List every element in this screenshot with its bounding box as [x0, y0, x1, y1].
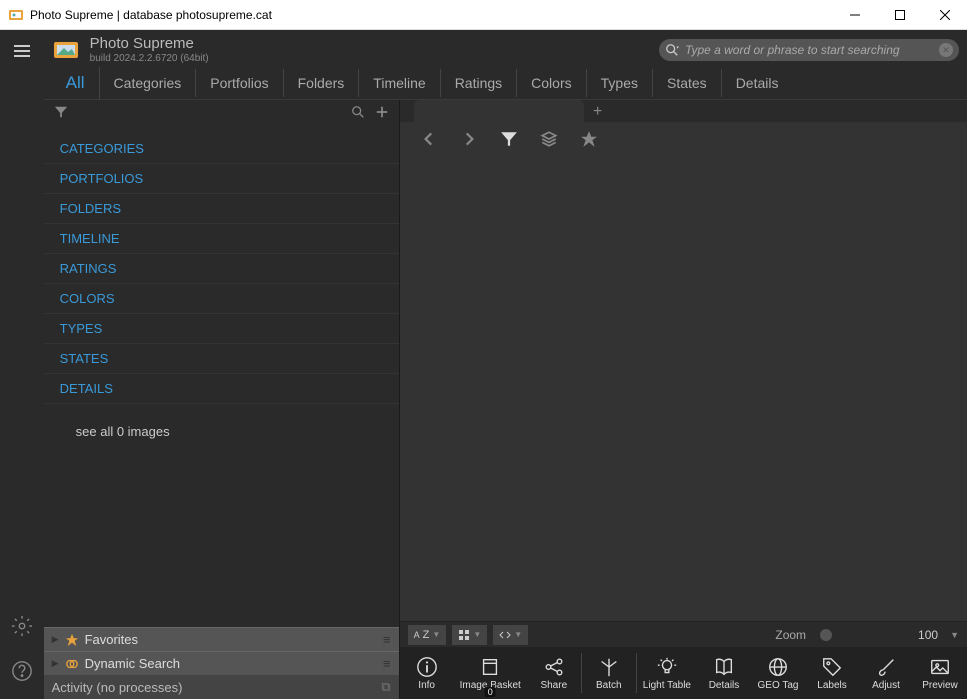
search-icon [665, 43, 679, 57]
sidebar-item-timeline[interactable]: TIMELINE [44, 224, 399, 254]
sidebar-item-states[interactable]: STATES [44, 344, 399, 374]
tab-folders[interactable]: Folders [284, 69, 360, 97]
chevron-right-icon: ▶ [52, 634, 59, 645]
globe-icon [767, 656, 789, 678]
info-button[interactable]: Info [400, 647, 454, 699]
menu-button[interactable] [11, 40, 33, 67]
zoom-value: 100 [918, 628, 938, 642]
tab-categories[interactable]: Categories [100, 69, 197, 97]
sidebar-item-folders[interactable]: FOLDERS [44, 194, 399, 224]
filter-icon[interactable] [54, 105, 68, 124]
brush-icon [875, 656, 897, 678]
app-build: build 2024.2.2.6720 (64bit) [90, 53, 209, 64]
share-button[interactable]: Share [527, 647, 581, 699]
settings-button[interactable] [11, 615, 33, 642]
nav-tabs: All Categories Portfolios Folders Timeli… [44, 66, 967, 100]
lightbulb-icon [656, 656, 678, 678]
menu-icon[interactable]: ≡ [383, 656, 391, 671]
zoom-dropdown-icon[interactable]: ▼ [950, 630, 959, 640]
window-title: Photo Supreme | database photosupreme.ca… [30, 8, 832, 22]
adjust-button[interactable]: Adjust [859, 647, 913, 699]
activity-bar: Activity (no processes) ⧉ [44, 675, 399, 699]
favorites-label: Favorites [85, 632, 138, 647]
sidebar-item-types[interactable]: TYPES [44, 314, 399, 344]
star-icon [65, 633, 79, 647]
tab-details[interactable]: Details [722, 69, 793, 97]
dynamic-search-header[interactable]: ▶ Dynamic Search ≡ [44, 651, 399, 675]
tab-portfolios[interactable]: Portfolios [196, 69, 283, 97]
preview-button[interactable]: Preview [913, 647, 967, 699]
nav-forward-icon[interactable] [460, 130, 478, 153]
sidebar: CATEGORIES PORTFOLIOS FOLDERS TIMELINE R… [44, 100, 400, 699]
activity-label: Activity (no processes) [52, 680, 183, 695]
share-icon [543, 656, 565, 678]
popout-icon[interactable]: ⧉ [381, 679, 390, 695]
sidebar-item-colors[interactable]: COLORS [44, 284, 399, 314]
image-viewer [400, 160, 967, 621]
tag-icon [821, 656, 843, 678]
sidebar-item-ratings[interactable]: RATINGS [44, 254, 399, 284]
sidebar-item-categories[interactable]: CATEGORIES [44, 134, 399, 164]
tab-types[interactable]: Types [587, 69, 653, 97]
details-button[interactable]: Details [697, 647, 751, 699]
sort-button[interactable]: AAZZ▼ [408, 625, 447, 645]
search-input[interactable] [685, 43, 933, 57]
image-basket-button[interactable]: 0 Image Basket [454, 647, 527, 699]
batch-button[interactable]: Batch [582, 647, 636, 699]
image-icon [929, 656, 951, 678]
search-clear-button[interactable]: ✕ [939, 43, 953, 57]
see-all-link[interactable]: see all 0 images [44, 404, 399, 439]
book-icon [713, 656, 735, 678]
stack-icon[interactable] [540, 130, 558, 153]
app-logo-icon [52, 36, 80, 64]
labels-button[interactable]: Labels [805, 647, 859, 699]
window-titlebar: Photo Supreme | database photosupreme.ca… [0, 0, 967, 30]
app-title: Photo Supreme [90, 36, 209, 53]
bottom-toolbar: Info 0 Image Basket Share Batch [400, 647, 967, 699]
star-toolbar-icon[interactable] [580, 130, 598, 153]
windmill-icon [598, 656, 620, 678]
app-icon [8, 7, 24, 23]
window-close-button[interactable] [922, 0, 967, 29]
content-area: + AAZZ▼ ▼ ▼ Zoom 100 [400, 100, 967, 699]
add-icon[interactable] [375, 105, 389, 124]
tab-all[interactable]: All [52, 67, 100, 99]
sidebar-item-portfolios[interactable]: PORTFOLIOS [44, 164, 399, 194]
chevron-right-icon: ▶ [52, 658, 59, 669]
menu-icon[interactable]: ≡ [383, 632, 391, 647]
info-icon [416, 656, 438, 678]
filter-toolbar-icon[interactable] [500, 130, 518, 153]
search-sidebar-icon[interactable] [351, 105, 365, 124]
geo-tag-button[interactable]: GEO Tag [751, 647, 805, 699]
zoom-slider[interactable] [820, 629, 832, 641]
tab-colors[interactable]: Colors [517, 69, 586, 97]
help-button[interactable] [11, 660, 33, 687]
tab-ratings[interactable]: Ratings [441, 69, 517, 97]
left-rail [0, 30, 44, 699]
rings-icon [65, 657, 79, 671]
favorites-header[interactable]: ▶ Favorites ≡ [44, 627, 399, 651]
tab-timeline[interactable]: Timeline [359, 69, 440, 97]
grid-view-button[interactable]: ▼ [452, 625, 487, 645]
dynamic-search-label: Dynamic Search [85, 656, 180, 671]
app-header: Photo Supreme build 2024.2.2.6720 (64bit… [44, 30, 967, 66]
zoom-label: Zoom [775, 628, 806, 642]
window-minimize-button[interactable] [832, 0, 877, 29]
content-tab[interactable] [414, 100, 584, 122]
view-controls-bar: AAZZ▼ ▼ ▼ Zoom 100 ▼ [400, 621, 967, 647]
add-tab-button[interactable]: + [584, 102, 612, 122]
code-view-button[interactable]: ▼ [493, 625, 528, 645]
light-table-button[interactable]: Light Table [637, 647, 697, 699]
search-box[interactable]: ✕ [659, 39, 959, 61]
basket-icon [479, 656, 501, 678]
tab-states[interactable]: States [653, 69, 722, 97]
window-maximize-button[interactable] [877, 0, 922, 29]
nav-back-icon[interactable] [420, 130, 438, 153]
sidebar-item-details[interactable]: DETAILS [44, 374, 399, 404]
